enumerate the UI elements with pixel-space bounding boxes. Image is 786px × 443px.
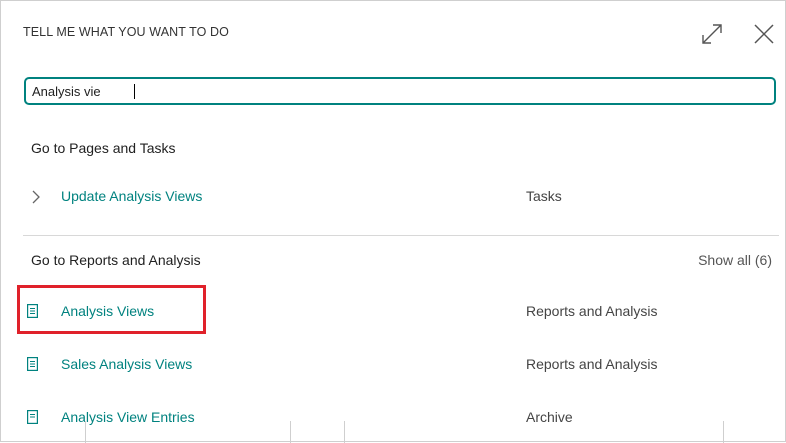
tell-me-dialog: TELL ME WHAT YOU WANT TO DO Go to Pages … [0, 0, 786, 443]
close-icon[interactable] [751, 21, 777, 47]
report-icon [27, 357, 38, 371]
text-caret [134, 84, 135, 99]
result-sales-analysis-views[interactable]: Sales Analysis Views [61, 356, 192, 372]
search-box[interactable] [24, 77, 776, 105]
result-update-analysis-views[interactable]: Update Analysis Views [61, 188, 202, 204]
expand-icon[interactable] [699, 21, 725, 47]
show-all-link[interactable]: Show all (6) [698, 252, 772, 268]
report-icon [27, 410, 38, 424]
chevron-right-icon[interactable] [31, 189, 41, 205]
result-category: Archive [526, 409, 573, 425]
section-heading-reports-analysis: Go to Reports and Analysis [31, 252, 201, 268]
section-divider [23, 235, 779, 236]
background-column-line [723, 421, 724, 443]
background-column-line [344, 421, 345, 443]
highlight-box [17, 285, 206, 334]
background-column-line [290, 421, 291, 443]
result-analysis-view-entries[interactable]: Analysis View Entries [61, 409, 195, 425]
search-input[interactable] [26, 79, 774, 103]
result-category: Reports and Analysis [526, 356, 658, 372]
result-category: Reports and Analysis [526, 303, 658, 319]
background-column-line [85, 421, 86, 443]
section-heading-pages-tasks: Go to Pages and Tasks [31, 140, 176, 156]
result-category: Tasks [526, 188, 562, 204]
dialog-title: TELL ME WHAT YOU WANT TO DO [23, 25, 229, 39]
